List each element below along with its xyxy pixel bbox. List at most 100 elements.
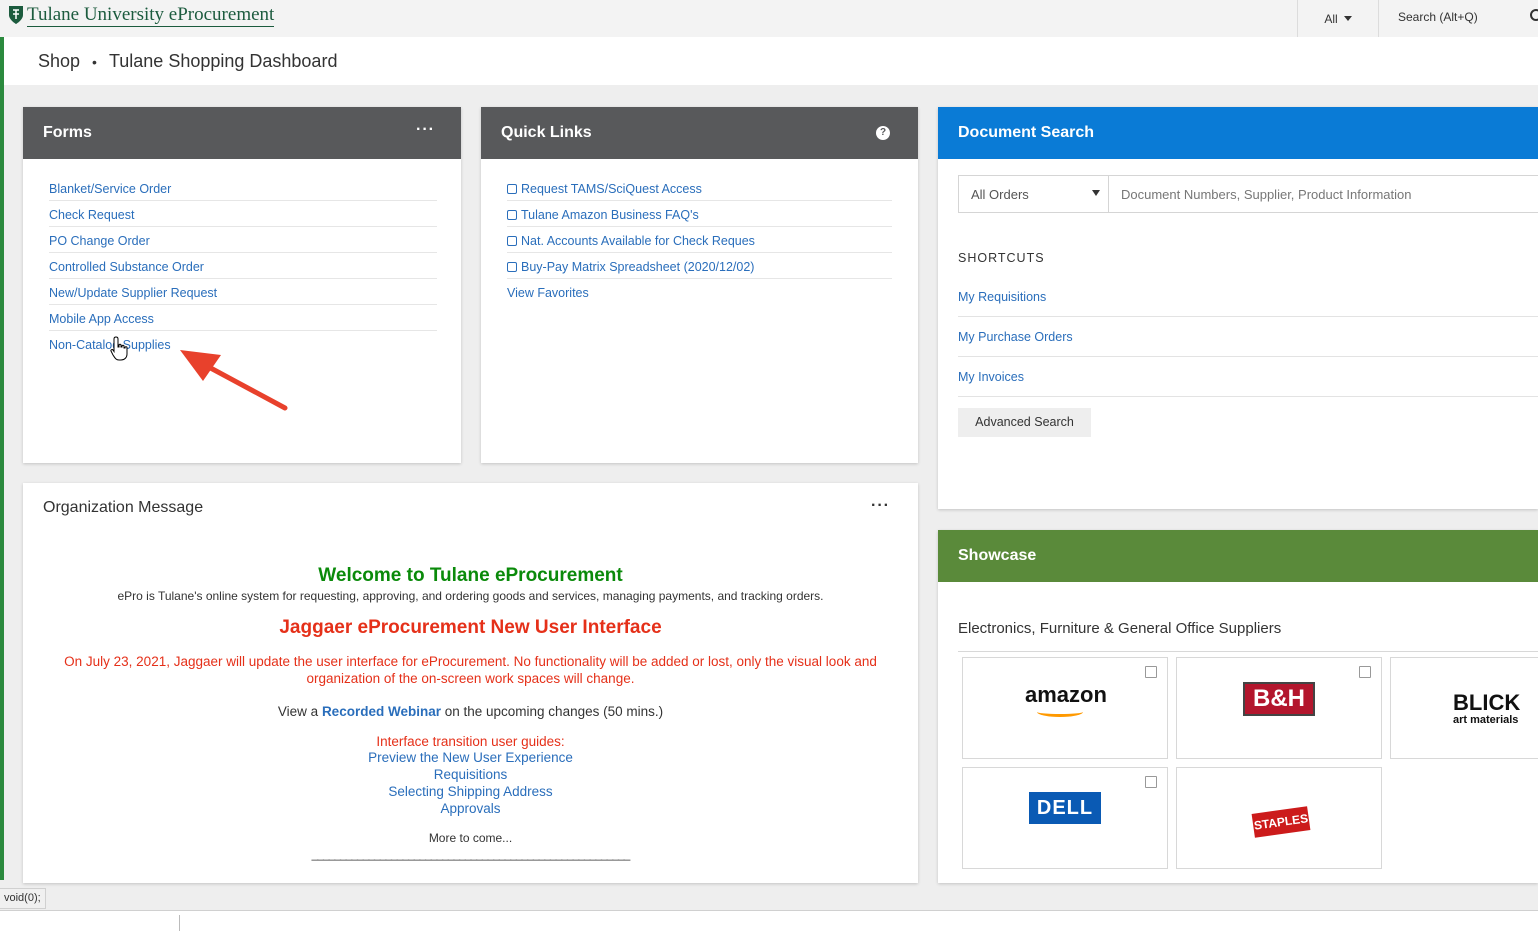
welcome-description: ePro is Tulane's online system for reque… <box>117 589 824 603</box>
quick-links-panel: Quick Links ? Request TAMS/SciQuest Acce… <box>481 107 918 463</box>
external-link-icon <box>1145 776 1157 788</box>
external-link-icon <box>507 184 517 194</box>
webinar-line: View a Recorded Webinar on the upcoming … <box>23 704 918 719</box>
showcase-divider <box>958 651 1538 652</box>
tulane-logo[interactable]: Tulane University eProcurement <box>8 3 275 27</box>
supplier-tile-amazon[interactable]: amazon <box>962 657 1168 759</box>
forms-link-mobile-app-access[interactable]: Mobile App Access <box>49 305 437 331</box>
forms-link-check-request[interactable]: Check Request <box>49 201 437 227</box>
quick-link-nat-accounts[interactable]: Nat. Accounts Available for Check Reques <box>507 227 892 253</box>
guide-link-preview[interactable]: Preview the New User Experience <box>23 749 918 766</box>
breadcrumb: Shop • Tulane Shopping Dashboard <box>38 51 337 72</box>
annotation-arrow-icon <box>180 350 288 411</box>
forms-menu-icon[interactable]: ··· <box>416 121 435 139</box>
help-icon[interactable]: ? <box>876 126 890 140</box>
quick-links-header: Quick Links ? <box>481 107 918 159</box>
supplier-tile-staples[interactable]: STAPLES <box>1176 767 1382 869</box>
logo-secondary: eProcurement <box>168 3 275 25</box>
organization-message-panel: Organization Message ··· Welcome to Tula… <box>23 483 918 883</box>
external-link-icon <box>507 236 517 246</box>
amazon-logo: amazon <box>1025 682 1107 707</box>
document-search-row: All Orders Document Numbers, Supplier, P… <box>958 175 1538 213</box>
quick-link-label: Request TAMS/SciQuest Access <box>521 182 702 196</box>
search-scope-dropdown[interactable]: All <box>1297 0 1379 37</box>
blick-logo-subtitle: art materials <box>1453 714 1519 726</box>
supplier-tile-bh[interactable]: B&H <box>1176 657 1382 759</box>
forms-link-new-update-supplier[interactable]: New/Update Supplier Request <box>49 279 437 305</box>
shortcut-my-purchase-orders[interactable]: My Purchase Orders <box>958 317 1538 357</box>
staples-logo: STAPLES <box>1251 806 1311 838</box>
bottom-divider <box>179 915 180 931</box>
logo-primary: Tulane University <box>27 3 165 25</box>
order-type-select[interactable]: All Orders <box>958 175 1109 213</box>
breadcrumb-bar: Shop • Tulane Shopping Dashboard <box>4 37 1538 85</box>
chevron-down-icon <box>1343 16 1352 21</box>
quick-link-tams-access[interactable]: Request TAMS/SciQuest Access <box>507 175 892 201</box>
guide-link-approvals[interactable]: Approvals <box>23 800 918 817</box>
forms-list: Blanket/Service Order Check Request PO C… <box>23 159 461 357</box>
breadcrumb-separator: • <box>92 53 97 70</box>
guide-link-requisitions[interactable]: Requisitions <box>23 766 918 783</box>
showcase-panel: Showcase Electronics, Furniture & Genera… <box>938 530 1538 883</box>
showcase-title: Showcase <box>958 547 1037 564</box>
jaggaer-notice: On July 23, 2021, Jaggaer will update th… <box>64 654 877 686</box>
chevron-down-icon <box>1092 190 1100 196</box>
shield-icon <box>9 6 23 24</box>
quick-link-label: Tulane Amazon Business FAQ's <box>521 208 699 222</box>
forms-link-controlled-substance-order[interactable]: Controlled Substance Order <box>49 253 437 279</box>
quick-link-label: Buy-Pay Matrix Spreadsheet (2020/12/02) <box>521 260 755 274</box>
quick-links-title: Quick Links <box>501 124 592 141</box>
breadcrumb-shop[interactable]: Shop <box>38 51 80 72</box>
browser-status-bar: void(0); <box>0 888 46 909</box>
logo-text: Tulane University eProcurement <box>27 3 275 27</box>
quick-link-view-favorites[interactable]: View Favorites <box>507 279 892 305</box>
top-bar: Tulane University eProcurement All Searc… <box>0 0 1538 37</box>
recorded-webinar-link[interactable]: Recorded Webinar <box>322 704 441 719</box>
quick-link-buy-pay-matrix[interactable]: Buy-Pay Matrix Spreadsheet (2020/12/02) <box>507 253 892 279</box>
external-link-icon <box>1359 666 1371 678</box>
shortcuts-heading: SHORTCUTS <box>958 251 1045 265</box>
forms-title: Forms <box>43 124 92 141</box>
shortcuts-list: My Requisitions My Purchase Orders My In… <box>958 277 1538 397</box>
dell-logo: DELL <box>1029 792 1101 824</box>
amazon-smile-icon <box>1037 707 1083 717</box>
welcome-heading: Welcome to Tulane eProcurement <box>318 565 623 586</box>
org-message-title: Organization Message <box>43 499 204 516</box>
left-accent-stripe <box>0 0 4 880</box>
quick-link-label: Nat. Accounts Available for Check Reques <box>521 234 755 248</box>
blick-logo: BLICK <box>1453 690 1521 715</box>
webinar-suffix: on the upcoming changes (50 mins.) <box>444 704 664 719</box>
page-title: Tulane Shopping Dashboard <box>108 51 338 71</box>
guides-heading: Interface transition user guides: <box>376 734 565 749</box>
bh-logo: B&H <box>1243 682 1315 716</box>
guide-link-shipping-address[interactable]: Selecting Shipping Address <box>23 783 918 800</box>
advanced-search-button[interactable]: Advanced Search <box>958 408 1091 437</box>
global-search-input[interactable]: Search (Alt+Q) <box>1398 10 1478 24</box>
supplier-tile-dell[interactable]: DELL <box>962 767 1168 869</box>
external-link-icon <box>1145 666 1157 678</box>
hand-cursor-icon <box>110 336 128 361</box>
bottom-bar <box>0 910 1538 932</box>
document-search-panel: Document Search All Orders Document Numb… <box>938 107 1538 509</box>
forms-header: Forms ··· <box>23 107 461 159</box>
forms-link-blanket-service-order[interactable]: Blanket/Service Order <box>49 175 437 201</box>
divider-rule: ________________________________________… <box>311 847 631 861</box>
document-search-input[interactable]: Document Numbers, Supplier, Product Info… <box>1108 175 1538 213</box>
forms-link-po-change-order[interactable]: PO Change Order <box>49 227 437 253</box>
quick-link-amazon-faq[interactable]: Tulane Amazon Business FAQ's <box>507 201 892 227</box>
supplier-tile-blick[interactable]: BLICK art materials <box>1390 657 1538 759</box>
order-type-value: All Orders <box>971 187 1029 202</box>
search-scope-label: All <box>1324 11 1338 26</box>
document-search-header: Document Search <box>938 107 1538 159</box>
search-icon[interactable] <box>1530 9 1538 21</box>
shortcut-my-invoices[interactable]: My Invoices <box>958 357 1538 397</box>
more-to-come-text: More to come... <box>428 831 513 845</box>
showcase-subtitle: Electronics, Furniture & General Office … <box>958 620 1282 637</box>
showcase-header: Showcase <box>938 530 1538 582</box>
quick-links-list: Request TAMS/SciQuest Access Tulane Amaz… <box>481 159 918 305</box>
jaggaer-heading: Jaggaer eProcurement New User Interface <box>279 617 662 638</box>
org-message-menu-icon[interactable]: ··· <box>871 497 890 515</box>
shortcut-my-requisitions[interactable]: My Requisitions <box>958 277 1538 317</box>
external-link-icon <box>507 262 517 272</box>
external-link-icon <box>507 210 517 220</box>
